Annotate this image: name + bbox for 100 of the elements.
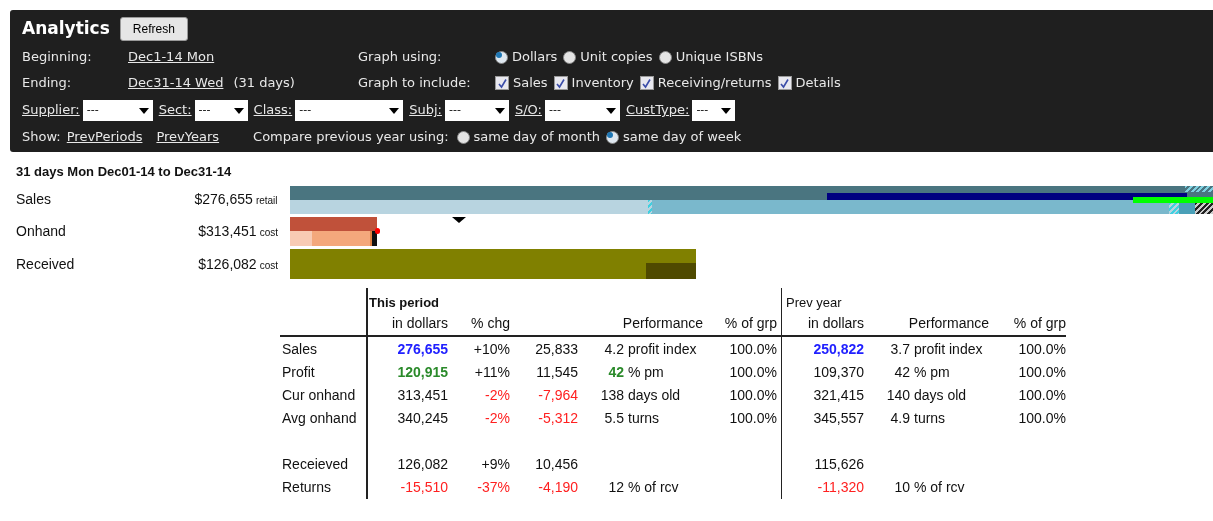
- caret-icon: [233, 107, 244, 114]
- column-header: in dollars: [807, 314, 864, 333]
- column-header: % of grp: [724, 314, 777, 333]
- dropdown[interactable]: ---: [295, 99, 404, 121]
- table-cell-text: -7,964: [538, 386, 578, 405]
- radio-button[interactable]: [495, 50, 508, 64]
- amount-value: $126,082: [198, 254, 257, 274]
- table-cell-text: 10,456: [535, 455, 578, 474]
- field-label: Ending:: [22, 74, 73, 93]
- table-cell-text: -15,510: [400, 478, 448, 497]
- row-label: Receieved: [282, 455, 349, 474]
- table-cell-text: 25,833: [535, 340, 578, 359]
- table-cell-text: 126,082: [397, 455, 448, 474]
- group-heading: Prev year: [786, 293, 842, 312]
- checkbox[interactable]: [495, 76, 509, 90]
- unit-label: cost: [259, 226, 278, 240]
- radio-button[interactable]: [606, 130, 619, 144]
- marker-icon: [452, 217, 466, 223]
- date-link[interactable]: Dec1-14 Mon: [128, 47, 215, 67]
- table-cell-text: 340,245: [397, 409, 448, 428]
- filter-link[interactable]: Class:: [253, 100, 293, 120]
- field-label: Show:: [22, 128, 61, 147]
- table-cell-text: % pm: [914, 363, 950, 382]
- table-cell-text: 140: [885, 386, 910, 405]
- table-cell-text: days old: [914, 386, 967, 405]
- field-label: Graph using:: [358, 48, 443, 67]
- unit-label: retail: [255, 194, 278, 208]
- dropdown[interactable]: ---: [692, 99, 736, 121]
- radio-button[interactable]: [456, 130, 470, 144]
- show-link[interactable]: PrevYears: [156, 127, 220, 147]
- table-cell-text: 100.0%: [729, 363, 777, 382]
- column-header: Performance: [908, 314, 989, 333]
- filter-link[interactable]: Subj:: [409, 100, 442, 120]
- radio-button[interactable]: [563, 50, 577, 64]
- dropdown[interactable]: ---: [544, 99, 620, 121]
- table-cell-text: -2%: [485, 386, 510, 405]
- table-cell-text: 321,415: [813, 386, 864, 405]
- table-cell-text: -11,320: [817, 478, 864, 497]
- table-cell-text: 100.0%: [729, 340, 777, 359]
- table-cell-text: -37%: [477, 478, 510, 497]
- field-label: Beginning:: [22, 48, 93, 67]
- dropdown[interactable]: ---: [194, 99, 248, 121]
- table-cell-text: days old: [628, 386, 681, 405]
- caret-icon: [138, 107, 149, 114]
- table-cell-text: 100.0%: [1018, 409, 1066, 428]
- table-cell-text: turns: [628, 409, 660, 428]
- table-cell-text: 100.0%: [1018, 386, 1066, 405]
- checkbox[interactable]: [777, 76, 792, 90]
- table-cell-text: 345,557: [813, 409, 864, 428]
- show-link[interactable]: PrevPeriods: [66, 127, 143, 147]
- table-cell-text: 109,370: [813, 363, 864, 382]
- caret-icon: [721, 107, 732, 114]
- filter-link[interactable]: Sect:: [158, 100, 192, 120]
- table-cell-text: +9%: [481, 455, 510, 474]
- day-count: (31 days): [233, 74, 295, 93]
- table-cell-text: 10: [893, 478, 910, 497]
- table-cell-text: 250,822: [813, 340, 864, 359]
- dropdown[interactable]: ---: [82, 99, 153, 121]
- table-cell-text: 12: [607, 478, 624, 497]
- table-cell-text: turns: [914, 409, 946, 428]
- option-label: Receiving/returns: [657, 74, 772, 93]
- table-cell-text: +11%: [474, 363, 510, 382]
- option-label: Unit copies: [580, 48, 653, 67]
- refresh-button[interactable]: Refresh: [119, 17, 188, 41]
- table-cell-text: % pm: [628, 363, 664, 382]
- table-cell-text: 313,451: [397, 386, 448, 405]
- radio-button[interactable]: [658, 50, 672, 64]
- row-label: Profit: [282, 363, 315, 382]
- checkbox[interactable]: [553, 76, 568, 90]
- dropdown[interactable]: ---: [444, 99, 509, 121]
- filter-link[interactable]: Supplier:: [22, 100, 80, 120]
- table-cell-text: profit index: [628, 340, 697, 359]
- table-cell-text: 4.2: [603, 340, 624, 359]
- field-label: Compare previous year using:: [253, 128, 449, 147]
- table-cell-text: 100.0%: [1018, 363, 1066, 382]
- column-header: % chg: [471, 314, 510, 333]
- table-cell-text: 276,655: [397, 340, 448, 359]
- table-cell-text: 42: [893, 363, 910, 382]
- option-label: same day of month: [473, 128, 600, 147]
- column-header: % of grp: [1013, 314, 1066, 333]
- row-label: Received: [16, 254, 76, 274]
- caret-icon: [494, 107, 505, 114]
- row-label: Sales: [282, 340, 318, 359]
- filter-link[interactable]: S/O:: [514, 100, 542, 120]
- option-label: Unique ISBNs: [675, 48, 764, 67]
- row-label: Avg onhand: [282, 409, 357, 428]
- table-cell-text: profit index: [914, 340, 983, 359]
- option-label: Sales: [513, 74, 548, 93]
- amount-value: $276,655: [194, 190, 253, 209]
- caret-icon: [389, 107, 400, 114]
- date-link[interactable]: Dec31-14 Wed: [128, 73, 224, 93]
- table-cell-text: 4.9: [889, 409, 910, 428]
- checkbox[interactable]: [639, 76, 654, 90]
- table-cell-text: -5,312: [538, 409, 578, 428]
- row-label: Returns: [282, 478, 332, 497]
- filter-link[interactable]: CustType:: [625, 100, 690, 120]
- table-cell-text: +10%: [473, 340, 510, 359]
- table-cell-text: % of rcv: [914, 478, 965, 497]
- group-heading: This period: [369, 293, 440, 312]
- row-label: Sales: [16, 190, 53, 209]
